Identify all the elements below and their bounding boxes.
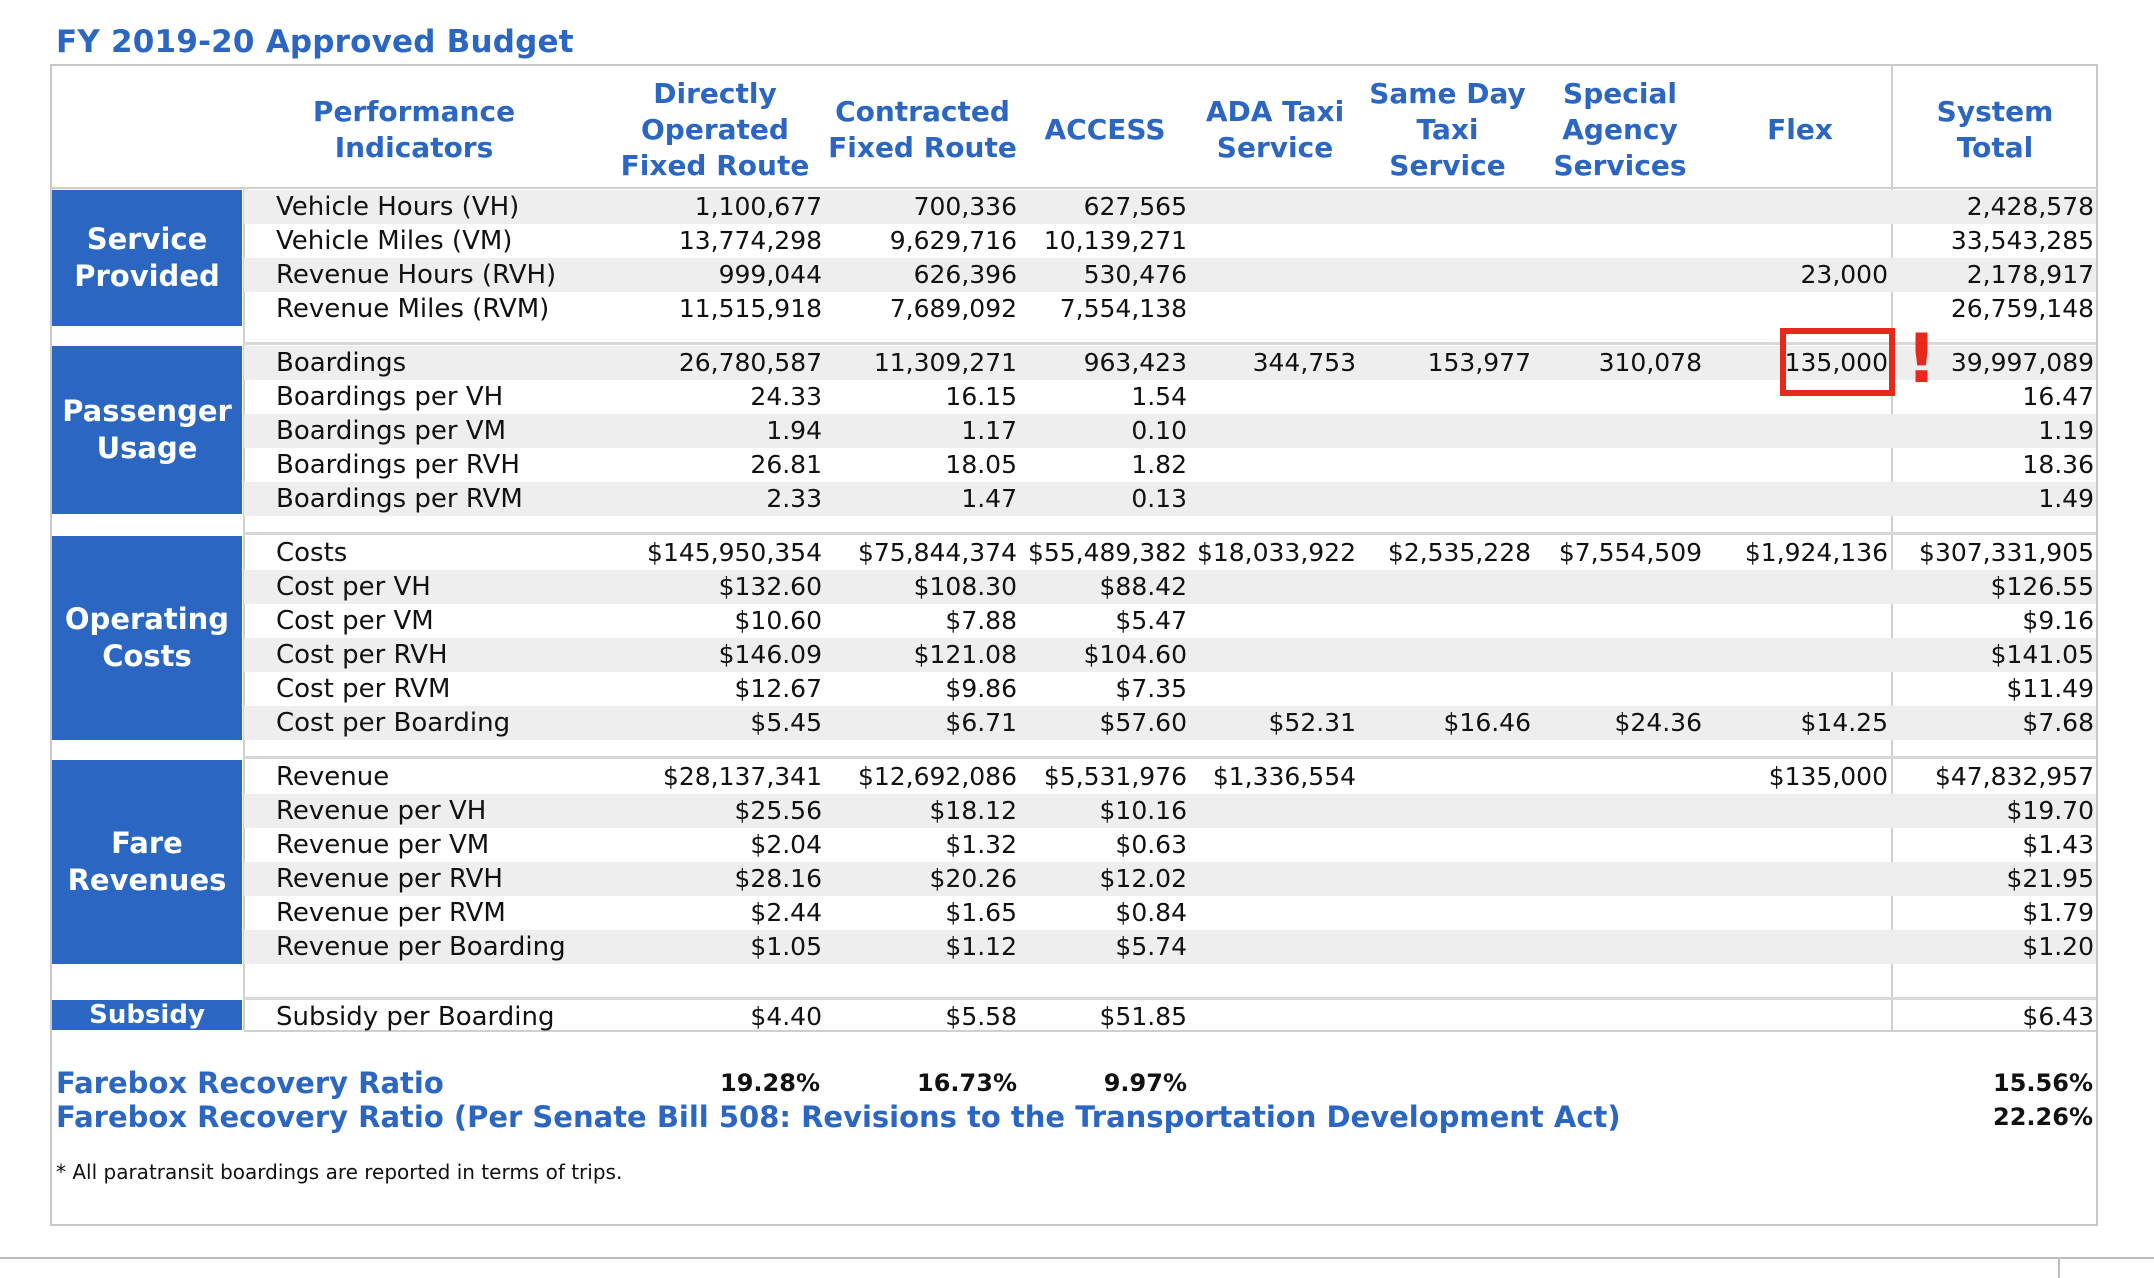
cell-total: $126.55 xyxy=(1990,572,2094,601)
header-performance-indicators: Performance Indicators xyxy=(312,94,516,164)
header-special-agency: Special Agency Services xyxy=(1553,76,1687,182)
cell-total: $1.79 xyxy=(2022,898,2094,927)
cell-total: $9.16 xyxy=(2022,606,2094,635)
cell-flex: $135,000 xyxy=(1768,762,1888,791)
cell-flex xyxy=(1648,190,1888,224)
cell-flex: $1,924,136 xyxy=(1744,538,1888,567)
cell-total: $307,331,905 xyxy=(1919,538,2094,567)
header-flex: Flex xyxy=(1767,112,1833,146)
section-passenger-usage: Passenger Usage xyxy=(52,346,242,514)
row-label: Cost per RVM xyxy=(276,674,451,704)
cell-flex xyxy=(1648,862,1888,896)
cell-flex xyxy=(1648,794,1888,828)
row-label: Costs xyxy=(276,538,348,568)
header-access: ACCESS xyxy=(1044,112,1166,146)
footnote: * All paratransit boardings are reported… xyxy=(56,1160,623,1184)
cell-total: $7.68 xyxy=(2022,708,2094,737)
row-label: Vehicle Hours (VH) xyxy=(276,192,520,222)
header-directly-operated: Directly Operated Fixed Route xyxy=(620,76,810,182)
cell-total: $141.05 xyxy=(1990,640,2094,669)
cell-flex: 23,000 xyxy=(1800,260,1888,289)
row-label: Cost per VM xyxy=(276,606,434,636)
farebox-ratio-sb508-total: 22.26% xyxy=(1993,1103,2093,1131)
cell-flex: $14.25 xyxy=(1800,708,1888,737)
cell-flex xyxy=(1648,292,1888,326)
row-label: Boardings per RVH xyxy=(276,450,520,480)
header-rule xyxy=(50,187,2098,189)
row-label: Boardings xyxy=(276,348,407,378)
cell-flex xyxy=(1648,896,1888,930)
cell-total: $11.49 xyxy=(2006,674,2094,703)
row-label: Cost per VH xyxy=(276,572,431,602)
cell-flex xyxy=(1648,930,1888,964)
cell-flex xyxy=(1648,638,1888,672)
row-label: Cost per Boarding xyxy=(276,708,511,738)
farebox-ratio-access: 9.97% xyxy=(1103,1069,1187,1097)
row-label: Boardings per RVM xyxy=(276,484,523,514)
cell-flex xyxy=(1648,1000,1888,1034)
row-label: Subsidy per Boarding xyxy=(276,1002,555,1032)
farebox-ratio-direct: 19.28% xyxy=(720,1069,820,1097)
cell-total: $21.95 xyxy=(2006,864,2094,893)
cell-flex xyxy=(1648,448,1888,482)
row-label: Cost per RVH xyxy=(276,640,448,670)
cell-total: 18.36 xyxy=(2022,450,2094,479)
cell-total: 1.19 xyxy=(2038,416,2094,445)
row-label: Revenue per Boarding xyxy=(276,932,566,962)
header-system-total: System Total xyxy=(1936,94,2054,164)
header-ada-taxi: ADA Taxi Service xyxy=(1205,94,1345,164)
cell-flex xyxy=(1648,570,1888,604)
cell-flex xyxy=(1648,672,1888,706)
flex-boardings-highlight-box xyxy=(1780,328,1895,396)
cell-total: $47,832,957 xyxy=(1934,762,2094,791)
row-label: Revenue per RVM xyxy=(276,898,506,928)
section-subsidy: Subsidy xyxy=(52,1000,242,1030)
cell-total: 2,428,578 xyxy=(1966,192,2094,221)
cell-total: 33,543,285 xyxy=(1950,226,2094,255)
section-separator xyxy=(244,756,2096,759)
farebox-ratio-contracted: 16.73% xyxy=(917,1069,1017,1097)
cell-flex xyxy=(1648,414,1888,448)
cell-total: $1.20 xyxy=(2022,932,2094,961)
cell-total: $6.43 xyxy=(2022,1002,2094,1031)
row-label: Revenue per VH xyxy=(276,796,487,826)
row-label: Boardings per VM xyxy=(276,416,507,446)
farebox-ratio-sb508-label: Farebox Recovery Ratio (Per Senate Bill … xyxy=(56,1100,1621,1134)
page-title: FY 2019-20 Approved Budget xyxy=(56,24,574,60)
page-bottom-rule xyxy=(0,1257,2154,1259)
section-operating-costs: Operating Costs xyxy=(52,536,242,740)
row-label: Vehicle Miles (VM) xyxy=(276,226,513,256)
farebox-ratio-label: Farebox Recovery Ratio xyxy=(56,1066,444,1100)
cell-total: 1.49 xyxy=(2038,484,2094,513)
row-label: Revenue Hours (RVH) xyxy=(276,260,557,290)
cell-flex xyxy=(1648,224,1888,258)
row-label: Revenue per VM xyxy=(276,830,490,860)
cell-total: $1.43 xyxy=(2022,830,2094,859)
row-label: Revenue per RVH xyxy=(276,864,503,894)
section-fare-revenues: Fare Revenues xyxy=(52,760,242,964)
cell-total: $19.70 xyxy=(2006,796,2094,825)
exclamation-mark: ! xyxy=(1906,320,1938,399)
farebox-ratio-total: 15.56% xyxy=(1993,1069,2093,1097)
cell-flex xyxy=(1648,828,1888,862)
column-divider-left xyxy=(243,187,245,1030)
cell-total: 2,178,917 xyxy=(1966,260,2094,289)
header-same-day-taxi: Same Day Taxi Service xyxy=(1369,76,1526,182)
row-label: Boardings per VH xyxy=(276,382,504,412)
page-bottom-tick xyxy=(2058,1257,2060,1278)
section-service-provided: Service Provided xyxy=(52,190,242,326)
cell-total: 26,759,148 xyxy=(1950,294,2094,323)
row-label: Revenue Miles (RVM) xyxy=(276,294,550,324)
header-contracted-fixed-route: Contracted Fixed Route xyxy=(828,94,1017,164)
cell-flex xyxy=(1648,604,1888,638)
row-label: Revenue xyxy=(276,762,390,792)
cell-flex xyxy=(1648,482,1888,516)
section-separator xyxy=(244,532,2096,535)
